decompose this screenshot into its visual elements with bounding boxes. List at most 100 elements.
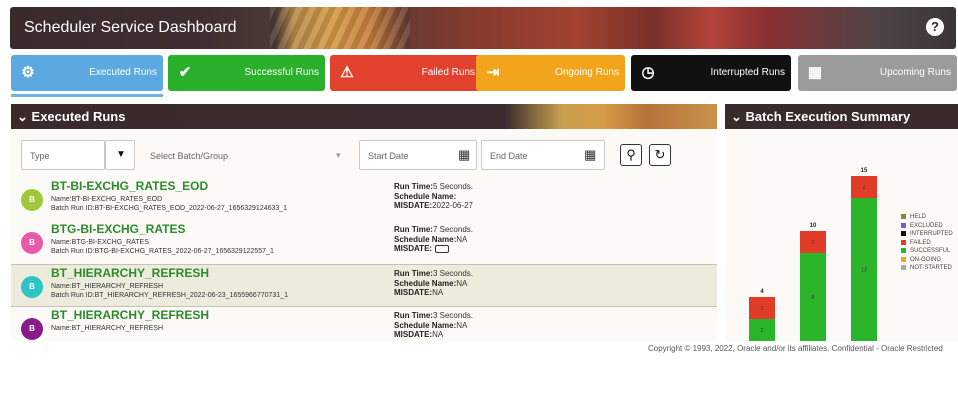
run-row[interactable]: B BT_HIERARCHY_REFRESH Name:BT_HIERARCHY_R… bbox=[11, 264, 717, 307]
run-time-label: Run Time: bbox=[394, 225, 433, 234]
tile-label: Upcoming Runs bbox=[879, 67, 951, 78]
misdate-edit-icon[interactable] bbox=[435, 244, 450, 253]
tile-ongoing-runs[interactable]: ⇥ Ongoing Runs bbox=[476, 55, 625, 91]
chevron-down-icon[interactable]: ⌄ bbox=[17, 109, 28, 124]
warning-icon: ⚠ bbox=[340, 64, 354, 81]
legend-swatch bbox=[901, 239, 906, 245]
schedule-name-field: Schedule Name:NA bbox=[394, 279, 467, 288]
legend-label: INTERRUPTED bbox=[910, 231, 953, 238]
run-time-label: Run Time: bbox=[394, 182, 433, 191]
check-icon: ✔ bbox=[178, 64, 192, 81]
tile-failed-runs[interactable]: ⚠ Failed Runs bbox=[330, 55, 481, 91]
chevron-down-icon: ▾ bbox=[336, 150, 341, 160]
run-detail-name: Name:BTG-BI-EXCHG_RATES bbox=[51, 239, 149, 246]
run-time-field: Run Time:3 Seconds. bbox=[394, 311, 473, 320]
bar-total-label: 15 bbox=[861, 168, 868, 174]
refresh-button[interactable]: ↻ bbox=[649, 144, 671, 166]
calendar-icon: ▦ bbox=[807, 64, 823, 81]
run-time-value: 3 Seconds. bbox=[432, 311, 473, 320]
legend-item[interactable]: FAILED bbox=[901, 239, 953, 249]
bar-value-label: 2 bbox=[761, 328, 764, 334]
start-date-input[interactable]: Start Date ▦ bbox=[359, 140, 477, 170]
bar-value-label: 8 bbox=[812, 295, 815, 301]
legend-label: HELD bbox=[910, 214, 927, 221]
legend-label: SUCCESSFUL bbox=[910, 248, 951, 255]
run-time-field: Run Time:3 Seconds. bbox=[394, 269, 473, 278]
calendar-icon[interactable]: ▦ bbox=[584, 147, 596, 163]
misdate-value: NA bbox=[432, 330, 444, 339]
legend-item[interactable]: HELD bbox=[901, 214, 953, 223]
legend-label: NOT-STARTED bbox=[910, 265, 952, 272]
misdate-field: MISDATE: bbox=[394, 244, 450, 253]
batch-run-id: Batch Run ID:BTG-BI-EXCHG_RATES_2022-06-… bbox=[51, 248, 274, 255]
type-dropdown-button[interactable]: ▼ bbox=[105, 140, 135, 170]
executed-runs-header[interactable]: ⌄ Executed Runs bbox=[11, 104, 717, 129]
help-icon[interactable]: ? bbox=[926, 18, 944, 36]
legend-swatch bbox=[901, 222, 906, 228]
misdate-label: MISDATE: bbox=[394, 288, 433, 297]
run-row[interactable]: B BT-BI-EXCHG_RATES_EOD Name:BT-BI-EXCHG_R… bbox=[11, 178, 717, 221]
start-date-placeholder: Start Date bbox=[368, 151, 409, 161]
batch-group-select[interactable]: Select Batch/Group ▾ bbox=[141, 140, 351, 170]
run-time-field: Run Time:7 Seconds. bbox=[394, 225, 473, 234]
tile-successful-runs[interactable]: ✔ Successful Runs bbox=[168, 55, 325, 91]
misdate-label: MISDATE: bbox=[394, 244, 433, 253]
misdate-label: MISDATE: bbox=[394, 201, 433, 210]
executed-runs-panel: Type ▼ Select Batch/Group ▾ Start Date ▦… bbox=[11, 129, 717, 341]
run-detail-name: Name:BT_HIERARCHY_REFRESH bbox=[51, 283, 164, 290]
legend-item[interactable]: SUCCESSFUL bbox=[901, 248, 953, 257]
dashboard-header: Scheduler Service Dashboard ? bbox=[10, 7, 956, 49]
calendar-icon[interactable]: ▦ bbox=[458, 147, 470, 163]
legend-swatch bbox=[901, 231, 906, 236]
batch-run-id: Batch Run ID:BT_HIERARCHY_REFRESH_2022-0… bbox=[51, 292, 288, 299]
end-date-input[interactable]: End Date ▦ bbox=[481, 140, 605, 170]
tile-label: Ongoing Runs bbox=[555, 67, 619, 78]
run-row[interactable]: B BTG-BI-EXCHG_RATES Name:BTG-BI-EXCHG_RAT… bbox=[11, 221, 717, 264]
type-select[interactable]: Type bbox=[21, 140, 105, 170]
run-name-link[interactable]: BT_HIERARCHY_REFRESH bbox=[51, 308, 209, 322]
legend-item[interactable]: INTERRUPTED bbox=[901, 231, 953, 240]
schedule-name-value: NA bbox=[456, 278, 468, 288]
tile-executed-runs[interactable]: ⚙ Executed Runs bbox=[11, 55, 163, 97]
misdate-label: MISDATE: bbox=[394, 330, 433, 339]
legend-item[interactable]: ON-GOING bbox=[901, 256, 953, 266]
misdate-field: MISDATE:NA bbox=[394, 330, 443, 339]
misdate-field: MISDATE:NA bbox=[394, 288, 443, 297]
legend-swatch bbox=[901, 265, 906, 270]
batch-badge: B bbox=[21, 276, 43, 298]
legend-label: EXCLUDED bbox=[910, 222, 943, 229]
run-row[interactable]: B BT_HIERARCHY_REFRESH Name:BT_HIERARCHY_R… bbox=[11, 307, 717, 341]
run-time-value: 5 Seconds. bbox=[432, 182, 473, 191]
run-time-value: 3 Seconds. bbox=[432, 269, 473, 278]
misdate-value: 2022-06-27 bbox=[432, 201, 473, 210]
schedule-name-value: NA bbox=[456, 320, 468, 330]
type-select-placeholder: Type bbox=[30, 151, 50, 161]
search-button[interactable]: ⚲ bbox=[620, 144, 642, 166]
schedule-name-value: NA bbox=[456, 234, 468, 244]
tile-interrupted-runs[interactable]: ◷ Interrupted Runs bbox=[631, 55, 791, 91]
schedule-name-label: Schedule Name: bbox=[394, 191, 457, 201]
legend-item[interactable]: EXCLUDED bbox=[901, 222, 953, 232]
legend-label: ON-GOING bbox=[910, 256, 941, 263]
misdate-field: MISDATE:2022-06-27 bbox=[394, 201, 473, 210]
tile-label: Executed Runs bbox=[89, 67, 157, 78]
chart-legend: HELD EXCLUDED INTERRUPTED FAILED SUCCESSFUL O… bbox=[901, 214, 953, 274]
run-time-label: Run Time: bbox=[394, 311, 433, 320]
page-title: Scheduler Service Dashboard bbox=[24, 19, 237, 36]
legend-swatch bbox=[901, 248, 906, 253]
tile-upcoming-runs[interactable]: ▦ Upcoming Runs bbox=[798, 55, 957, 91]
run-name-link[interactable]: BTG-BI-EXCHG_RATES bbox=[51, 222, 185, 236]
legend-item[interactable]: NOT-STARTED bbox=[901, 265, 953, 274]
search-icon: ⚲ bbox=[626, 147, 636, 162]
run-name-link[interactable]: BT-BI-EXCHG_RATES_EOD bbox=[51, 179, 208, 193]
batch-summary-header[interactable]: ⌄ Batch Execution Summary bbox=[725, 104, 958, 129]
run-name-link[interactable]: BT_HIERARCHY_REFRESH bbox=[51, 266, 209, 280]
bar-value-label: 13 bbox=[861, 268, 867, 274]
chevron-down-icon[interactable]: ⌄ bbox=[731, 109, 742, 124]
end-date-placeholder: End Date bbox=[490, 151, 528, 161]
interrupted-icon: ◷ bbox=[641, 64, 655, 81]
tile-label: Interrupted Runs bbox=[710, 67, 786, 78]
schedule-name-label: Schedule Name: bbox=[394, 320, 457, 330]
batch-summary-title: Batch Execution Summary bbox=[745, 109, 911, 124]
run-detail-name: Name:BT-BI-EXCHG_RATES_EOD bbox=[51, 196, 163, 203]
